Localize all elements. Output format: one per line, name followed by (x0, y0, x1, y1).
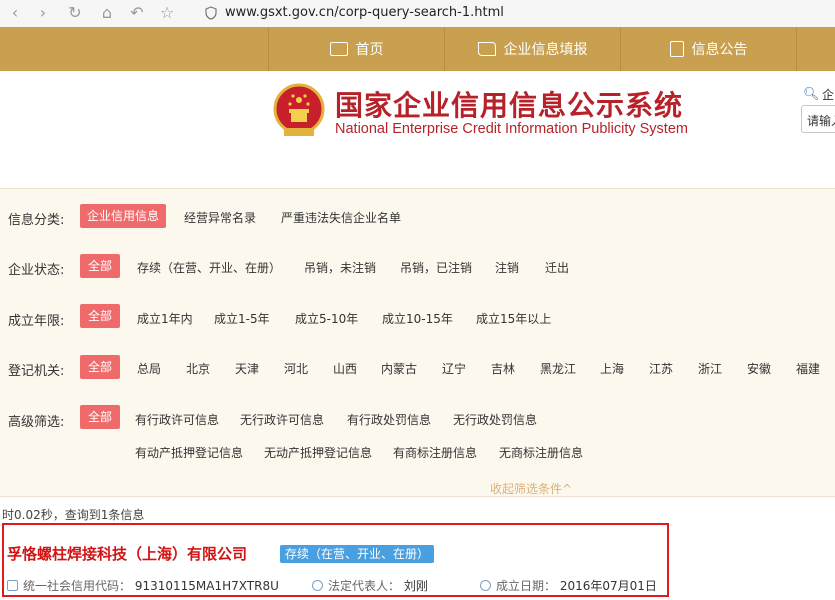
filter-authority-option[interactable]: 黑龙江 (540, 360, 576, 377)
edit-icon (477, 42, 496, 56)
filter-authority-option[interactable]: 福建 (796, 360, 820, 377)
filter-authority-option[interactable]: 河北 (284, 360, 308, 377)
address-bar[interactable]: www.gsxt.gov.cn/corp-query-search-1.html (225, 5, 504, 20)
legal-rep-label: 法定代表人： (328, 579, 401, 593)
filter-authority-option[interactable]: 安徽 (747, 360, 771, 377)
collapse-filters-link[interactable]: 收起筛选条件^ (490, 480, 572, 497)
company-name-link[interactable]: 孚恪螺柱焊接科技（上海）有限公司 (7, 543, 247, 564)
filter-status-option[interactable]: 注销 (495, 259, 519, 276)
refresh-icon[interactable]: ↻ (66, 4, 84, 22)
filter-years-option-active[interactable]: 全部 (80, 304, 120, 328)
forward-icon[interactable]: › (34, 4, 52, 22)
legal-rep-field: 法定代表人： 刘刚 (312, 577, 428, 594)
filter-authority-option[interactable]: 江苏 (649, 360, 673, 377)
filter-advanced-option[interactable]: 有行政许可信息 (135, 411, 219, 428)
filter-years-option[interactable]: 成立1-5年 (214, 310, 270, 327)
book-icon (7, 580, 18, 591)
filter-authority-option[interactable]: 吉林 (491, 360, 515, 377)
filter-status-option[interactable]: 吊销，已注销 (400, 259, 472, 276)
filter-authority-option[interactable]: 浙江 (698, 360, 722, 377)
shield-icon (205, 6, 217, 20)
credit-code-value: 91310115MA1H7XTR8U (134, 579, 279, 593)
site-title: 国家企业信用信息公示系统 (335, 89, 684, 122)
nav-announcements-label: 信息公告 (691, 42, 748, 58)
home-icon[interactable]: ⌂ (98, 4, 116, 22)
top-navigation: 首页 企业信息填报 信息公告 (0, 27, 835, 71)
filter-advanced-option[interactable]: 有行政处罚信息 (347, 411, 431, 428)
filter-authority-label: 登记机关: (8, 364, 65, 379)
filter-authority-option[interactable]: 天津 (235, 360, 259, 377)
site-subtitle: National Enterprise Credit Information P… (335, 121, 688, 137)
nav-announcements[interactable]: 信息公告 (620, 27, 797, 71)
search-input[interactable]: 请输入 (801, 105, 835, 133)
info-icon (480, 580, 491, 591)
filter-category-option[interactable]: 严重违法失信企业名单 (281, 209, 401, 226)
filter-years-option[interactable]: 成立10-15年 (382, 310, 453, 327)
filter-advanced-option[interactable]: 无商标注册信息 (499, 444, 583, 461)
filter-category-option[interactable]: 经营异常名录 (184, 209, 256, 226)
filter-authority-option[interactable]: 山西 (333, 360, 357, 377)
star-icon[interactable]: ☆ (158, 4, 176, 22)
search-label: 企 (822, 88, 835, 102)
credit-code-label: 统一社会信用代码： (23, 579, 132, 593)
result-stats: 时0.02秒，查询到1条信息 (2, 508, 145, 522)
filter-status-option[interactable]: 吊销，未注销 (304, 259, 376, 276)
filter-advanced-option-active[interactable]: 全部 (80, 405, 120, 429)
status-badge: 存续（在营、开业、在册） (280, 545, 435, 563)
filter-years-option[interactable]: 成立5-10年 (295, 310, 358, 327)
founded-value: 2016年07月01日 (559, 579, 657, 593)
national-emblem-icon (273, 83, 325, 136)
divider (0, 496, 835, 497)
filter-advanced-option[interactable]: 无行政处罚信息 (453, 411, 537, 428)
nav-home-label: 首页 (355, 42, 384, 58)
filter-advanced-option[interactable]: 无行政许可信息 (240, 411, 324, 428)
document-icon (669, 41, 684, 57)
filter-years-option[interactable]: 成立1年内 (137, 310, 193, 327)
nav-enterprise-report[interactable]: 企业信息填报 (444, 27, 620, 71)
search-icon: 🔍︎ (803, 87, 820, 102)
back-icon[interactable]: ‹ (6, 4, 24, 22)
founded-field: 成立日期： 2016年07月01日 (480, 577, 657, 594)
filter-authority-option[interactable]: 内蒙古 (381, 360, 417, 377)
filter-category-option-active[interactable]: 企业信用信息 (80, 204, 166, 228)
filter-advanced-option[interactable]: 无动产抵押登记信息 (264, 444, 372, 461)
filter-category-label: 信息分类: (8, 213, 65, 228)
nav-home[interactable]: 首页 (268, 27, 444, 71)
nav-enterprise-report-label: 企业信息填报 (503, 42, 588, 58)
filter-status-option-active[interactable]: 全部 (80, 254, 120, 278)
filter-status-option[interactable]: 迁出 (545, 259, 569, 276)
credit-code-field: 统一社会信用代码： 91310115MA1H7XTR8U (7, 577, 279, 594)
legal-rep-value: 刘刚 (403, 579, 428, 593)
browser-toolbar: ‹ › ↻ ⌂ ↶ ☆ www.gsxt.gov.cn/corp-query-s… (0, 0, 835, 28)
filter-advanced-label: 高级筛选: (8, 415, 65, 430)
filter-authority-option[interactable]: 总局 (137, 360, 161, 377)
filter-authority-option[interactable]: 上海 (600, 360, 624, 377)
filter-authority-option[interactable]: 北京 (186, 360, 210, 377)
filter-advanced-option[interactable]: 有动产抵押登记信息 (135, 444, 243, 461)
filter-status-option[interactable]: 存续（在营、开业、在册） (137, 259, 281, 276)
filter-authority-option[interactable]: 辽宁 (442, 360, 466, 377)
undo-icon[interactable]: ↶ (128, 4, 146, 22)
filter-authority-option-active[interactable]: 全部 (80, 355, 120, 379)
founded-label: 成立日期： (496, 579, 557, 593)
filter-years-option[interactable]: 成立15年以上 (476, 310, 551, 327)
filter-status-label: 企业状态: (8, 263, 65, 278)
filter-advanced-option[interactable]: 有商标注册信息 (393, 444, 477, 461)
person-icon (312, 580, 323, 591)
monitor-icon (329, 42, 348, 56)
filter-years-label: 成立年限: (8, 314, 65, 329)
